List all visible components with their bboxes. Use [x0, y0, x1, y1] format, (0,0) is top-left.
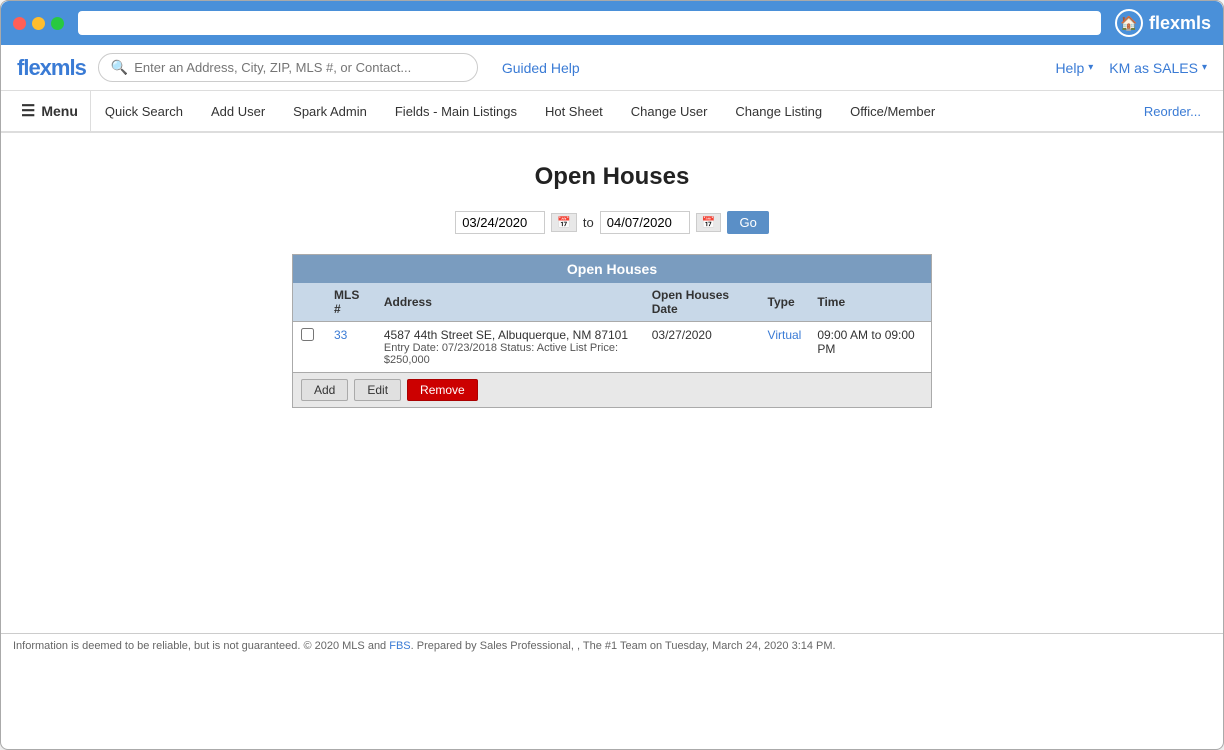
- row-mls-cell: 33: [326, 322, 376, 373]
- menu-bar: ☰ Menu Quick Search Add User Spark Admin…: [1, 91, 1223, 133]
- application-window: 🏠 flexmls flexmls 🔍 Guided Help Help ▾ K…: [0, 0, 1224, 750]
- date-to-label: to: [583, 215, 594, 230]
- brand-logo[interactable]: flexmls: [17, 55, 86, 81]
- window-chrome: 🏠 flexmls: [1, 1, 1223, 45]
- row-checkbox-cell: [293, 322, 326, 373]
- add-button[interactable]: Add: [301, 379, 348, 401]
- col-header-date: Open Houses Date: [644, 283, 760, 322]
- browser-address-bar[interactable]: [78, 11, 1101, 35]
- help-menu[interactable]: Help ▾: [1055, 60, 1093, 76]
- date-from-input[interactable]: [455, 211, 545, 234]
- col-header-time: Time: [809, 283, 931, 322]
- go-button[interactable]: Go: [727, 211, 768, 234]
- action-bar: Add Edit Remove: [293, 372, 931, 407]
- menu-item-add-user[interactable]: Add User: [197, 94, 279, 129]
- col-header-checkbox: [293, 283, 326, 322]
- hamburger-icon: ☰: [21, 101, 35, 121]
- open-houses-table: MLS # Address Open Houses Date Type Time…: [293, 283, 931, 372]
- row-time-cell: 09:00 AM to 09:00 PM: [809, 322, 931, 373]
- date-to-input[interactable]: [600, 211, 690, 234]
- close-button[interactable]: [13, 17, 26, 30]
- open-houses-table-container: Open Houses MLS # Address Open Houses Da…: [292, 254, 932, 408]
- col-header-address: Address: [376, 283, 644, 322]
- menu-toggle-button[interactable]: ☰ Menu: [9, 91, 91, 131]
- menu-item-fields-main[interactable]: Fields - Main Listings: [381, 94, 531, 129]
- row-checkbox[interactable]: [301, 328, 314, 341]
- browser-brand-label: flexmls: [1149, 13, 1211, 34]
- page-title: Open Houses: [21, 163, 1203, 191]
- table-row: 33 4587 44th Street SE, Albuquerque, NM …: [293, 322, 931, 373]
- row-type-cell: Virtual: [760, 322, 810, 373]
- global-search-input[interactable]: [134, 60, 465, 75]
- reorder-button[interactable]: Reorder...: [1130, 94, 1215, 129]
- menu-item-quick-search[interactable]: Quick Search: [91, 94, 197, 129]
- mls-number-link[interactable]: 33: [334, 328, 347, 342]
- user-chevron-icon: ▾: [1202, 62, 1207, 73]
- menu-item-change-user[interactable]: Change User: [617, 94, 722, 129]
- col-header-mls: MLS #: [326, 283, 376, 322]
- guided-help-link[interactable]: Guided Help: [502, 60, 580, 76]
- listing-type: Virtual: [768, 328, 802, 342]
- global-search-box[interactable]: 🔍: [98, 53, 478, 82]
- help-chevron-icon: ▾: [1088, 62, 1093, 73]
- menu-item-change-listing[interactable]: Change Listing: [721, 94, 836, 129]
- menu-item-hot-sheet[interactable]: Hot Sheet: [531, 94, 617, 129]
- footer-fbs-link[interactable]: FBS: [389, 640, 410, 652]
- address-meta: Entry Date: 07/23/2018 Status: Active Li…: [384, 342, 636, 366]
- remove-button[interactable]: Remove: [407, 379, 478, 401]
- minimize-button[interactable]: [32, 17, 45, 30]
- search-icon: 🔍: [111, 59, 128, 76]
- nav-right-area: Help ▾ KM as SALES ▾: [1055, 60, 1207, 76]
- date-filter-bar: 📅 to 📅 Go: [21, 211, 1203, 234]
- top-navigation: flexmls 🔍 Guided Help Help ▾ KM as SALES…: [1, 45, 1223, 91]
- menu-item-office-member[interactable]: Office/Member: [836, 94, 949, 129]
- browser-logo: 🏠 flexmls: [1115, 9, 1211, 37]
- row-date-cell: 03/27/2020: [644, 322, 760, 373]
- footer-text-before: Information is deemed to be reliable, bu…: [13, 640, 389, 652]
- edit-button[interactable]: Edit: [354, 379, 401, 401]
- menu-item-spark-admin[interactable]: Spark Admin: [279, 94, 381, 129]
- col-header-type: Type: [760, 283, 810, 322]
- footer: Information is deemed to be reliable, bu…: [1, 633, 1223, 658]
- flexmls-logo-icon: 🏠: [1115, 9, 1143, 37]
- maximize-button[interactable]: [51, 17, 64, 30]
- date-to-calendar-button[interactable]: 📅: [696, 213, 722, 232]
- user-menu[interactable]: KM as SALES ▾: [1109, 60, 1207, 76]
- row-address-cell: 4587 44th Street SE, Albuquerque, NM 871…: [376, 322, 644, 373]
- footer-text-after: . Prepared by Sales Professional, , The …: [411, 640, 836, 652]
- date-from-calendar-button[interactable]: 📅: [551, 213, 577, 232]
- main-content: Open Houses 📅 to 📅 Go Open Houses MLS # …: [1, 133, 1223, 633]
- address-line1: 4587 44th Street SE, Albuquerque, NM 871…: [384, 328, 636, 342]
- table-title: Open Houses: [293, 255, 931, 283]
